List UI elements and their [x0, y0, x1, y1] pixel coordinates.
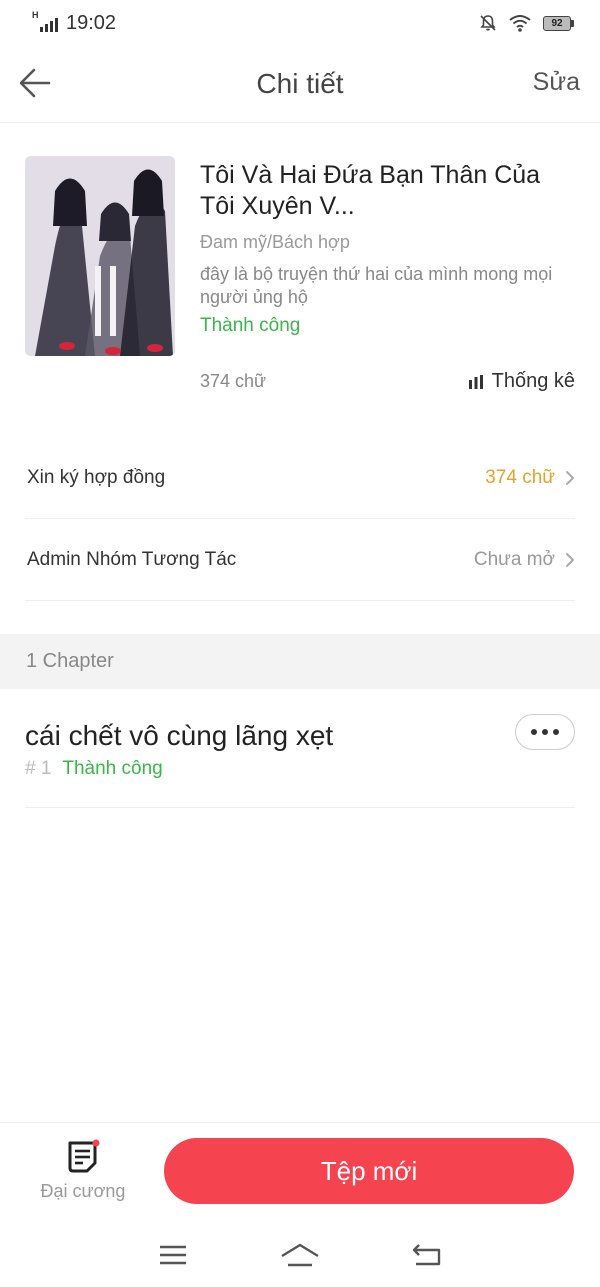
- chapter-count-header: 1 Chapter: [0, 634, 600, 689]
- admin-group-value: Chưa mở: [473, 548, 555, 570]
- admin-group-row[interactable]: Admin Nhóm Tương Tác Chưa mở: [25, 519, 575, 601]
- contract-value: 374 chữ: [485, 466, 555, 488]
- chapter-status: Thành công: [62, 758, 163, 779]
- menu-button[interactable]: [148, 1235, 198, 1275]
- chapter-title: cái chết vô cùng lãng xẹt: [25, 720, 334, 751]
- stats-button[interactable]: Thống kê: [468, 370, 575, 393]
- network-type: H: [32, 10, 39, 20]
- return-button[interactable]: [402, 1235, 452, 1275]
- book-card: Tôi Và Hai Đứa Bạn Thân Của Tôi Xuyên V.…: [25, 156, 575, 406]
- book-category: Đam mỹ/Bách hợp: [200, 232, 350, 252]
- stats-label: Thống kê: [491, 370, 575, 392]
- book-info: Tôi Và Hai Đứa Bạn Thân Của Tôi Xuyên V.…: [200, 160, 575, 337]
- header: Chi tiết Sửa: [0, 46, 600, 123]
- back-arrow-icon[interactable]: [18, 66, 52, 100]
- page-title: Chi tiết: [256, 68, 344, 99]
- return-icon: [412, 1243, 440, 1265]
- book-cover-image[interactable]: [25, 156, 175, 356]
- system-nav-bar: [0, 1222, 600, 1287]
- more-dots-icon: [531, 729, 537, 735]
- status-right: 92: [479, 14, 574, 32]
- contract-row[interactable]: Xin ký hợp đồng 374 chữ: [25, 437, 575, 519]
- book-title: Tôi Và Hai Đứa Bạn Thân Của Tôi Xuyên V.…: [200, 161, 541, 220]
- status-bar: H 19:02 92: [0, 0, 600, 46]
- signal-icon: H: [32, 10, 58, 32]
- bottom-action-bar: Đại cương Tệp mới: [0, 1122, 600, 1222]
- book-status: Thành công: [200, 315, 301, 336]
- chapter-item[interactable]: cái chết vô cùng lãng xẹt # 1 Thành công: [25, 712, 575, 808]
- chevron-right-icon: [566, 552, 574, 567]
- outline-button[interactable]: Đại cương: [28, 1139, 138, 1209]
- book-meta: 374 chữ Thống kê: [200, 370, 575, 393]
- admin-group-label: Admin Nhóm Tương Tác: [27, 548, 237, 570]
- edit-button[interactable]: Sửa: [533, 68, 580, 97]
- home-button[interactable]: [275, 1235, 325, 1275]
- admin-group-right: Chưa mở: [474, 549, 575, 571]
- chevron-right-icon: [566, 470, 574, 485]
- new-file-button[interactable]: Tệp mới: [164, 1138, 574, 1204]
- chapter-meta: # 1 Thành công: [25, 758, 575, 780]
- bar-chart-icon: [468, 374, 483, 389]
- book-description: đây là bộ truyện thứ hai của mình mong m…: [200, 264, 553, 307]
- battery-level: 92: [543, 15, 571, 31]
- word-count: 374 chữ: [200, 371, 267, 391]
- contract-right: 374 chữ: [485, 467, 575, 489]
- home-icon: [281, 1243, 319, 1266]
- menu-icon: [160, 1245, 187, 1264]
- mute-bell-icon: [480, 15, 496, 31]
- battery-icon: 92: [543, 15, 574, 31]
- more-options-button[interactable]: [515, 714, 575, 750]
- cover-illustration: [25, 156, 175, 356]
- status-left: H 19:02: [32, 10, 117, 35]
- contract-label: Xin ký hợp đồng: [27, 466, 166, 488]
- chapter-number: # 1: [25, 758, 52, 779]
- outline-notebook-icon: [68, 1139, 100, 1173]
- wifi-icon: [509, 15, 531, 32]
- outline-label: Đại cương: [40, 1181, 126, 1201]
- status-time: 19:02: [66, 11, 117, 34]
